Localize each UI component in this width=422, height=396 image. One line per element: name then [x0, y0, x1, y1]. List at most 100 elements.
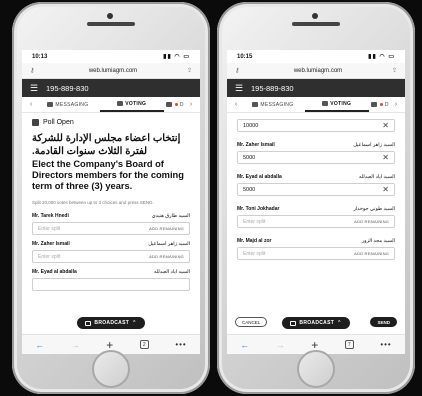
chevron-up-icon: ⌃ [337, 320, 342, 326]
candidate-name: Mr. Majd al zor السيد مجد الزور [237, 238, 395, 244]
add-remaining-button[interactable]: ADD REMAINING [354, 251, 389, 256]
forward-arrow-icon[interactable]: → [71, 340, 80, 350]
split-value: 10000 [243, 122, 259, 129]
home-button[interactable] [92, 350, 130, 388]
candidate-row: Mr. Eyad al abdalla السيد اياد العبدلله 5… [237, 174, 395, 196]
forward-arrow-icon[interactable]: → [276, 340, 285, 350]
tabs-right-arrow-icon[interactable]: › [391, 101, 401, 108]
candidate-row: Mr. Eyad al abdalla السيد اياد العبدلله [32, 269, 190, 292]
screen-left: 10:13 ▮▮ ◠ ▭ ⚷ web.lumiagm.com ⇪ ☰ 195-8… [22, 50, 200, 354]
hamburger-menu-icon[interactable]: ☰ [235, 83, 251, 94]
tabs-left-arrow-icon[interactable]: ‹ [26, 101, 36, 108]
tabs-count-icon[interactable]: 2 [139, 340, 149, 349]
tab-messaging-label: MESSAGING [55, 101, 89, 108]
address-bar[interactable]: ⚷ web.lumiagm.com ⇪ [227, 63, 405, 79]
add-remaining-button[interactable]: ADD REMAINING [354, 219, 389, 224]
poll-content: 10000 ✕ Mr. Zaher Ismail السيد زاهر اسماعي… [227, 113, 405, 272]
tab-voting[interactable]: VOTING [304, 97, 369, 112]
poll-status-label: Poll Open [43, 119, 74, 126]
hamburger-menu-icon[interactable]: ☰ [30, 83, 46, 94]
question-english: Elect the Company's Board of Directors m… [32, 159, 184, 192]
screen-right: 10:15 ▮▮ ◠ ▭ ⚷ web.lumiagm.com ⇪ ☰ 195-8… [227, 50, 405, 354]
url-text: web.lumiagm.com [88, 67, 138, 74]
tab-messaging-label: MESSAGING [260, 101, 294, 108]
phone-right: 10:15 ▮▮ ◠ ▭ ⚷ web.lumiagm.com ⇪ ☰ 195-8… [217, 2, 415, 394]
tab-documents[interactable]: D [369, 97, 391, 112]
split-value: 5000 [243, 186, 256, 193]
tabs-left-arrow-icon[interactable]: ‹ [231, 101, 241, 108]
question-arabic: إنتخاب اعضاء مجلس الإدارة للشركة لفترة ا… [32, 133, 181, 157]
poll-status: Poll Open [32, 119, 190, 126]
split-input[interactable]: Enter split ADD REMAINING [32, 250, 190, 264]
split-input[interactable]: 10000 ✕ [237, 119, 395, 132]
share-icon[interactable]: ⇪ [387, 67, 397, 74]
split-input[interactable]: Enter split ADD REMAINING [237, 247, 395, 260]
more-options-icon[interactable]: ••• [175, 340, 186, 349]
clock: 10:13 [32, 53, 48, 60]
candidate-name-ar: السيد طوني جوخدار [353, 206, 395, 212]
back-arrow-icon[interactable]: ← [35, 340, 44, 350]
tab-voting-label: VOTING [330, 100, 352, 107]
split-value: 5000 [243, 154, 256, 161]
split-placeholder: Enter split [243, 218, 266, 225]
home-button[interactable] [297, 350, 335, 388]
broadcast-label: BROADCAST [299, 320, 335, 326]
meeting-id: 195-889-830 [251, 83, 294, 93]
clear-icon[interactable]: ✕ [382, 185, 389, 194]
url-text: web.lumiagm.com [293, 67, 343, 74]
notification-dot [379, 103, 383, 106]
share-icon[interactable]: ⇪ [182, 67, 192, 74]
candidate-name-en: Mr. Eyad al abdalla [237, 174, 282, 180]
address-bar[interactable]: ⚷ web.lumiagm.com ⇪ [22, 63, 200, 79]
clear-icon[interactable]: ✕ [382, 153, 389, 162]
add-remaining-button[interactable]: ADD REMAINING [149, 254, 184, 259]
phone-left: 10:13 ▮▮ ◠ ▭ ⚷ web.lumiagm.com ⇪ ☰ 195-8… [12, 2, 210, 394]
split-placeholder: Enter split [243, 250, 266, 257]
tabs-count-icon[interactable]: 7 [344, 340, 354, 349]
send-button[interactable]: SEND [370, 317, 397, 327]
add-remaining-button[interactable]: ADD REMAINING [149, 226, 184, 231]
broadcast-row: BROADCAST ⌃ [22, 317, 200, 329]
tab-messaging[interactable]: MESSAGING [241, 97, 305, 112]
notification-dot [174, 103, 178, 106]
broadcast-icon [85, 320, 92, 326]
candidate-name: Mr. Zaher Ismail السيد زاهر اسماعيل [32, 241, 190, 247]
ballot-icon [322, 101, 329, 106]
tab-voting-label: VOTING [125, 100, 147, 107]
meeting-id: 195-889-830 [46, 83, 89, 93]
candidate-name: Mr. Zaher Ismail السيد زاهر اسماعيل [237, 142, 395, 148]
back-arrow-icon[interactable]: ← [240, 340, 249, 350]
candidate-row: Mr. Tarek Hnedi السيد طارق هنيدي Enter sp… [32, 213, 190, 236]
broadcast-button[interactable]: BROADCAST ⌃ [282, 317, 350, 329]
vote-instructions: Split 20,000 votes between up to 3 choic… [32, 200, 154, 206]
clear-icon[interactable]: ✕ [382, 121, 389, 130]
tab-voting[interactable]: VOTING [99, 97, 164, 112]
tab-messaging[interactable]: MESSAGING [36, 97, 100, 112]
tabs-right-arrow-icon[interactable]: › [186, 101, 196, 108]
chat-icon [47, 102, 54, 107]
candidate-name-ar: السيد زاهر اسماعيل [353, 142, 395, 148]
candidate-name-ar: السيد اياد العبدلله [358, 174, 395, 180]
more-options-icon[interactable]: ••• [380, 340, 391, 349]
candidate-name-ar: السيد اياد العبدلله [153, 269, 190, 276]
candidate-name-ar: السيد زاهر اسماعيل [148, 241, 190, 248]
split-input[interactable]: Enter split ADD REMAINING [32, 222, 190, 236]
chat-icon [252, 102, 259, 107]
split-placeholder: Enter split [38, 225, 61, 232]
tab-documents[interactable]: D [164, 97, 186, 112]
split-input[interactable] [32, 278, 190, 292]
split-input[interactable]: 5000 ✕ [237, 183, 395, 196]
candidate-row: Mr. Toni Jokhadar السيد طوني جوخدار Enter… [237, 206, 395, 228]
speaker-grille [292, 22, 340, 26]
stage: 10:13 ▮▮ ◠ ▭ ⚷ web.lumiagm.com ⇪ ☰ 195-8… [0, 0, 422, 396]
split-input[interactable]: 5000 ✕ [237, 151, 395, 164]
status-bar: 10:15 ▮▮ ◠ ▭ [227, 50, 405, 63]
broadcast-icon [290, 320, 297, 326]
candidate-name-ar: السيد طارق هنيدي [151, 213, 190, 220]
broadcast-button[interactable]: BROADCAST ⌃ [77, 317, 145, 329]
candidate-name: Mr. Eyad al abdalla السيد اياد العبدلله [32, 269, 190, 275]
split-input[interactable]: Enter split ADD REMAINING [237, 215, 395, 228]
candidate-name: Mr. Tarek Hnedi السيد طارق هنيدي [32, 213, 190, 219]
clock: 10:15 [237, 53, 253, 60]
poll-content: Poll Open إنتخاب اعضاء مجلس الإدارة للشر… [22, 113, 200, 303]
